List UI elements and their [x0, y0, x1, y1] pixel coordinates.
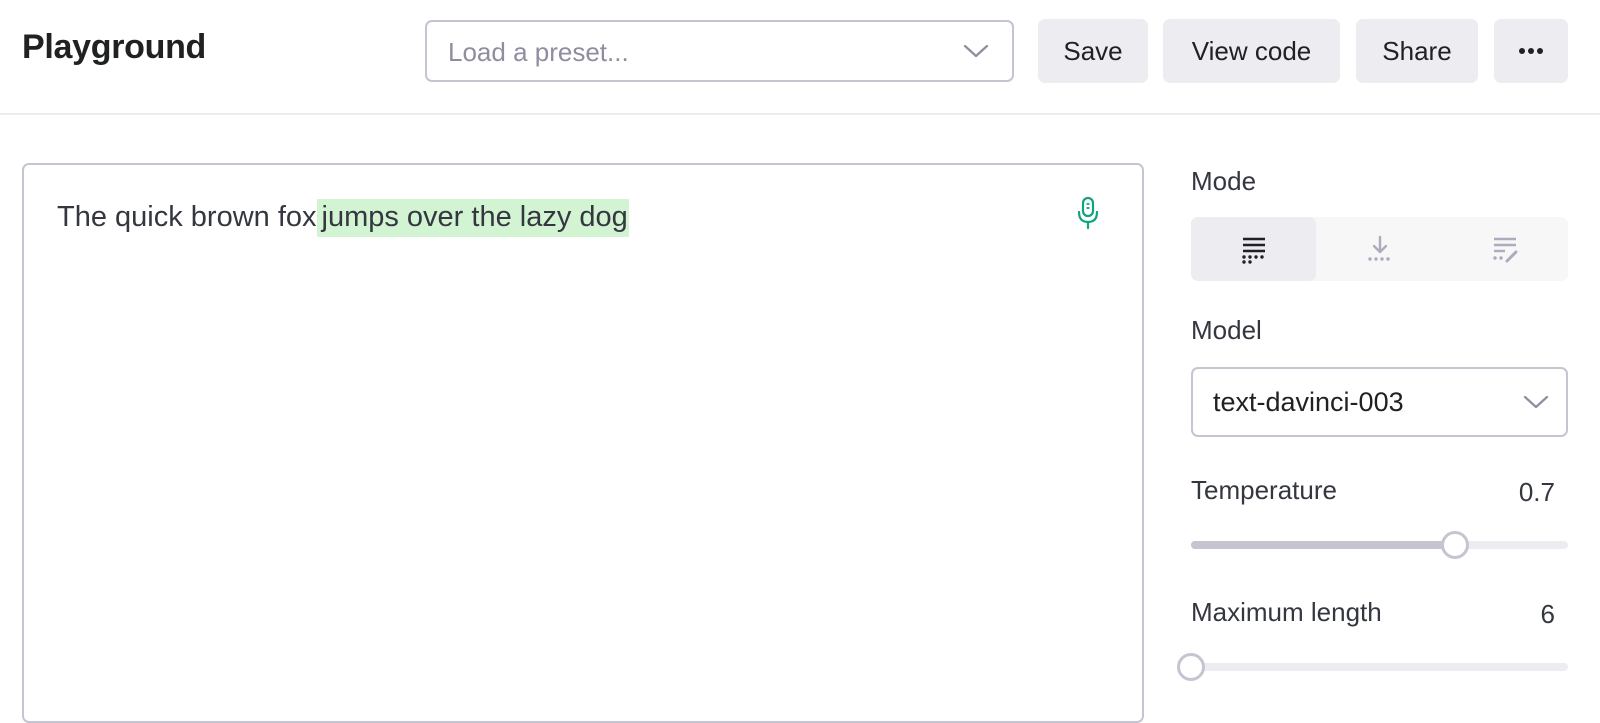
view-code-button[interactable]: View code: [1163, 19, 1340, 83]
header-bar: Playground Load a preset... Save View co…: [0, 0, 1600, 115]
preset-placeholder: Load a preset...: [448, 37, 629, 67]
mode-label: Mode: [1191, 166, 1257, 196]
model-select[interactable]: text-davinci-003: [1191, 367, 1568, 437]
slider-thumb[interactable]: [1177, 653, 1205, 681]
temperature-label: Temperature: [1191, 475, 1337, 505]
mode-insert-button[interactable]: [1317, 217, 1442, 281]
completion-text: jumps over the lazy dog: [316, 199, 629, 237]
page-title: Playground: [22, 28, 207, 66]
complete-mode-icon: [1241, 237, 1265, 264]
more-options-button[interactable]: [1494, 19, 1568, 83]
model-value: text-davinci-003: [1213, 387, 1404, 417]
preset-select[interactable]: Load a preset...: [425, 20, 1014, 82]
max-length-label: Maximum length: [1191, 597, 1382, 627]
prompt-text: The quick brown fox: [57, 201, 317, 233]
insert-mode-icon: [1367, 235, 1390, 261]
temperature-value: 0.7: [1518, 477, 1555, 507]
microphone-icon[interactable]: [1074, 195, 1102, 231]
editor-content: The quick brown fox jumps over the lazy d…: [57, 199, 629, 237]
ellipsis-icon: [1519, 48, 1543, 54]
edit-mode-icon: [1492, 237, 1517, 263]
save-button[interactable]: Save: [1038, 19, 1148, 83]
mode-complete-button[interactable]: [1191, 217, 1316, 281]
share-button[interactable]: Share: [1356, 19, 1478, 83]
slider-track: [1191, 663, 1568, 671]
slider-thumb[interactable]: [1440, 531, 1469, 559]
slider-fill: [1191, 541, 1455, 549]
max-length-value: 6: [1540, 599, 1555, 629]
mode-edit-button[interactable]: [1442, 217, 1567, 281]
prompt-editor[interactable]: The quick brown fox jumps over the lazy d…: [22, 163, 1144, 723]
chevron-down-icon: [1523, 395, 1549, 409]
chevron-down-icon: [963, 44, 989, 58]
temperature-slider[interactable]: [1191, 530, 1568, 560]
mode-selector: [1191, 217, 1568, 281]
max-length-slider[interactable]: [1177, 652, 1568, 682]
model-label: Model: [1191, 315, 1262, 345]
